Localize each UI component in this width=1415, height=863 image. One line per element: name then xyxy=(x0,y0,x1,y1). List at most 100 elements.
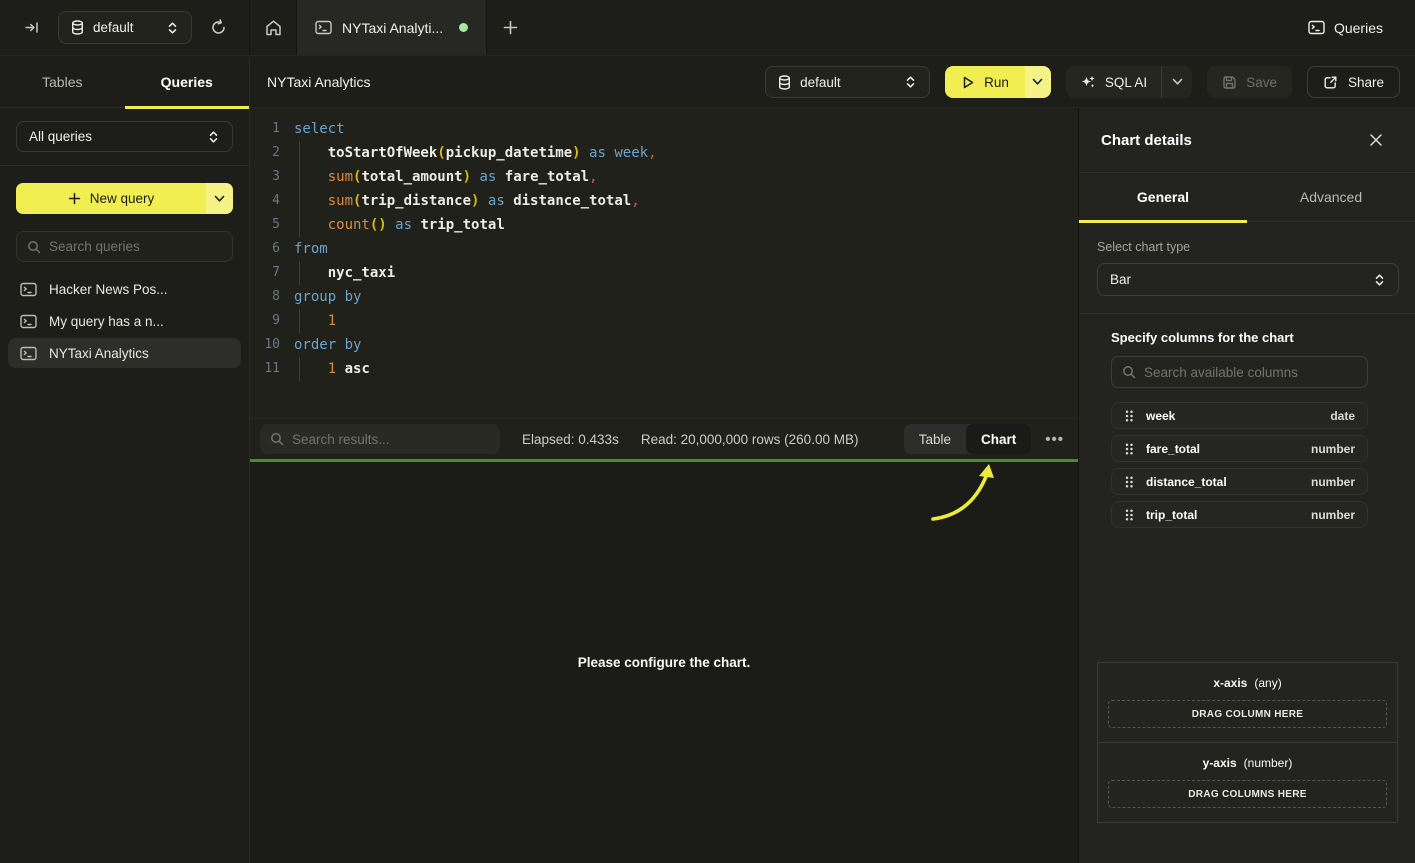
line-number: 6 xyxy=(258,237,280,261)
chart-empty-message: Please configure the chart. xyxy=(250,655,1078,670)
refresh-button[interactable] xyxy=(206,15,231,40)
table-view-button[interactable]: Table xyxy=(904,424,966,454)
drag-handle-icon[interactable] xyxy=(1124,508,1134,522)
sql-editor[interactable]: 1select2 toStartOfWeek(pickup_datetime) … xyxy=(250,108,1078,418)
toolbar-database-select[interactable]: default xyxy=(765,66,930,98)
query-filter-value: All queries xyxy=(29,129,198,144)
sidebar-tab-tables[interactable]: Tables xyxy=(0,57,125,107)
x-axis-header: x-axis(any) xyxy=(1108,676,1387,690)
share-label: Share xyxy=(1348,75,1384,90)
query-list-item[interactable]: My query has a n... xyxy=(8,306,241,336)
drag-handle-icon[interactable] xyxy=(1124,475,1134,489)
code-text: nyc_taxi xyxy=(294,261,395,285)
column-row[interactable]: distance_totalnumber xyxy=(1111,468,1368,495)
query-list: Hacker News Pos...My query has a n...NYT… xyxy=(0,274,249,368)
code-line[interactable]: 1select xyxy=(258,117,1078,141)
collapse-sidebar-button[interactable] xyxy=(20,16,44,39)
code-line[interactable]: 2 toStartOfWeek(pickup_datetime) as week… xyxy=(258,141,1078,165)
chart-details-panel: Chart details General Advanced Select ch… xyxy=(1078,108,1415,863)
x-axis-dropzone[interactable]: DRAG COLUMN HERE xyxy=(1108,700,1387,728)
y-axis-dropzone[interactable]: DRAG COLUMNS HERE xyxy=(1108,780,1387,808)
chevron-updown-icon xyxy=(1373,273,1386,287)
line-number: 2 xyxy=(258,141,280,165)
chevron-down-icon xyxy=(214,195,225,203)
column-type: number xyxy=(1311,508,1355,522)
column-row[interactable]: trip_totalnumber xyxy=(1111,501,1368,528)
tab-general[interactable]: General xyxy=(1079,173,1247,221)
topbar: default NYTaxi Analyti... xyxy=(0,0,1415,56)
query-search-input[interactable] xyxy=(49,239,222,254)
chart-view-button[interactable]: Chart xyxy=(966,424,1031,454)
code-line[interactable]: 11 1 asc xyxy=(258,357,1078,381)
code-text: toStartOfWeek(pickup_datetime) as week, xyxy=(294,141,657,165)
line-number: 8 xyxy=(258,285,280,309)
columns-section: Specify columns for the chart weekdatefa… xyxy=(1111,330,1368,528)
results-search xyxy=(260,424,500,454)
column-type: number xyxy=(1311,475,1355,489)
sidebar-tab-queries[interactable]: Queries xyxy=(125,57,250,107)
line-number: 5 xyxy=(258,213,280,237)
line-number: 7 xyxy=(258,261,280,285)
rows-read-stat: Read: 20,000,000 rows (260.00 MB) xyxy=(641,432,859,447)
chevron-down-icon xyxy=(1032,78,1043,86)
column-name: fare_total xyxy=(1146,442,1200,456)
new-tab-button[interactable] xyxy=(487,0,533,55)
run-button[interactable]: Run xyxy=(945,66,1025,98)
code-line[interactable]: 5 count() as trip_total xyxy=(258,213,1078,237)
sql-ai-dropdown[interactable] xyxy=(1162,78,1192,86)
page-title: NYTaxi Analytics xyxy=(267,74,370,90)
column-row[interactable]: week date xyxy=(1111,402,1368,429)
sidebar: Tables Queries All queries New query xyxy=(0,57,250,863)
code-line[interactable]: 8 group by xyxy=(258,285,1078,309)
main-toolbar: NYTaxi Analytics default Run xyxy=(250,57,1415,108)
code-text: sum(total_amount) as fare_total, xyxy=(294,165,598,189)
code-text: 1 asc xyxy=(294,357,370,381)
code-line[interactable]: 3 sum(total_amount) as fare_total, xyxy=(258,165,1078,189)
chart-type-select[interactable]: Bar xyxy=(1097,263,1399,296)
new-query-main[interactable]: New query xyxy=(16,183,206,214)
panel-body: Select chart type Bar Specify columns fo… xyxy=(1079,222,1415,528)
code-line[interactable]: 9 1 xyxy=(258,309,1078,333)
code-line[interactable]: 6from xyxy=(258,237,1078,261)
column-row[interactable]: fare_totalnumber xyxy=(1111,435,1368,462)
line-number: 4 xyxy=(258,189,280,213)
chevron-updown-icon xyxy=(207,130,220,144)
tab-home[interactable] xyxy=(250,0,297,55)
code-text: group by xyxy=(294,285,361,309)
query-list-item[interactable]: Hacker News Pos... xyxy=(8,274,241,304)
panel-tabs: General Advanced xyxy=(1079,172,1415,222)
topbar-database-select[interactable]: default xyxy=(58,11,192,44)
close-panel-button[interactable] xyxy=(1365,129,1387,151)
code-line[interactable]: 4 sum(trip_distance) as distance_total, xyxy=(258,189,1078,213)
query-list-item[interactable]: NYTaxi Analytics xyxy=(8,338,241,368)
save-button[interactable]: Save xyxy=(1207,66,1292,98)
tab-advanced[interactable]: Advanced xyxy=(1247,173,1415,221)
queries-nav-button[interactable]: Queries xyxy=(1308,0,1415,55)
tab-nytaxi-analytics[interactable]: NYTaxi Analyti... xyxy=(297,0,487,55)
line-number: 11 xyxy=(258,357,280,381)
drag-handle-icon[interactable] xyxy=(1124,442,1134,456)
query-filter-select[interactable]: All queries xyxy=(16,121,233,152)
more-options-button[interactable]: ••• xyxy=(1045,431,1064,448)
column-type: date xyxy=(1330,409,1355,423)
share-button[interactable]: Share xyxy=(1307,66,1400,98)
code-text: select xyxy=(294,117,345,141)
run-options-dropdown[interactable] xyxy=(1025,66,1051,98)
collapse-sidebar-icon xyxy=(24,20,40,35)
new-query-dropdown[interactable] xyxy=(206,183,233,214)
home-icon xyxy=(264,19,283,37)
database-icon xyxy=(778,75,791,90)
line-number: 9 xyxy=(258,309,280,333)
new-query-button[interactable]: New query xyxy=(16,183,233,214)
results-search-input[interactable] xyxy=(292,432,490,447)
sql-ai-button[interactable]: SQL AI xyxy=(1066,74,1161,90)
columns-search-input[interactable] xyxy=(1144,365,1357,380)
column-name: week xyxy=(1146,409,1175,423)
chart-type-value: Bar xyxy=(1110,272,1364,287)
query-search xyxy=(16,231,233,262)
drag-handle-icon[interactable] xyxy=(1124,409,1134,423)
app-root: default NYTaxi Analyti... xyxy=(0,0,1415,863)
code-line[interactable]: 10order by xyxy=(258,333,1078,357)
code-line[interactable]: 7 nyc_taxi xyxy=(258,261,1078,285)
panel-title: Chart details xyxy=(1101,132,1192,149)
